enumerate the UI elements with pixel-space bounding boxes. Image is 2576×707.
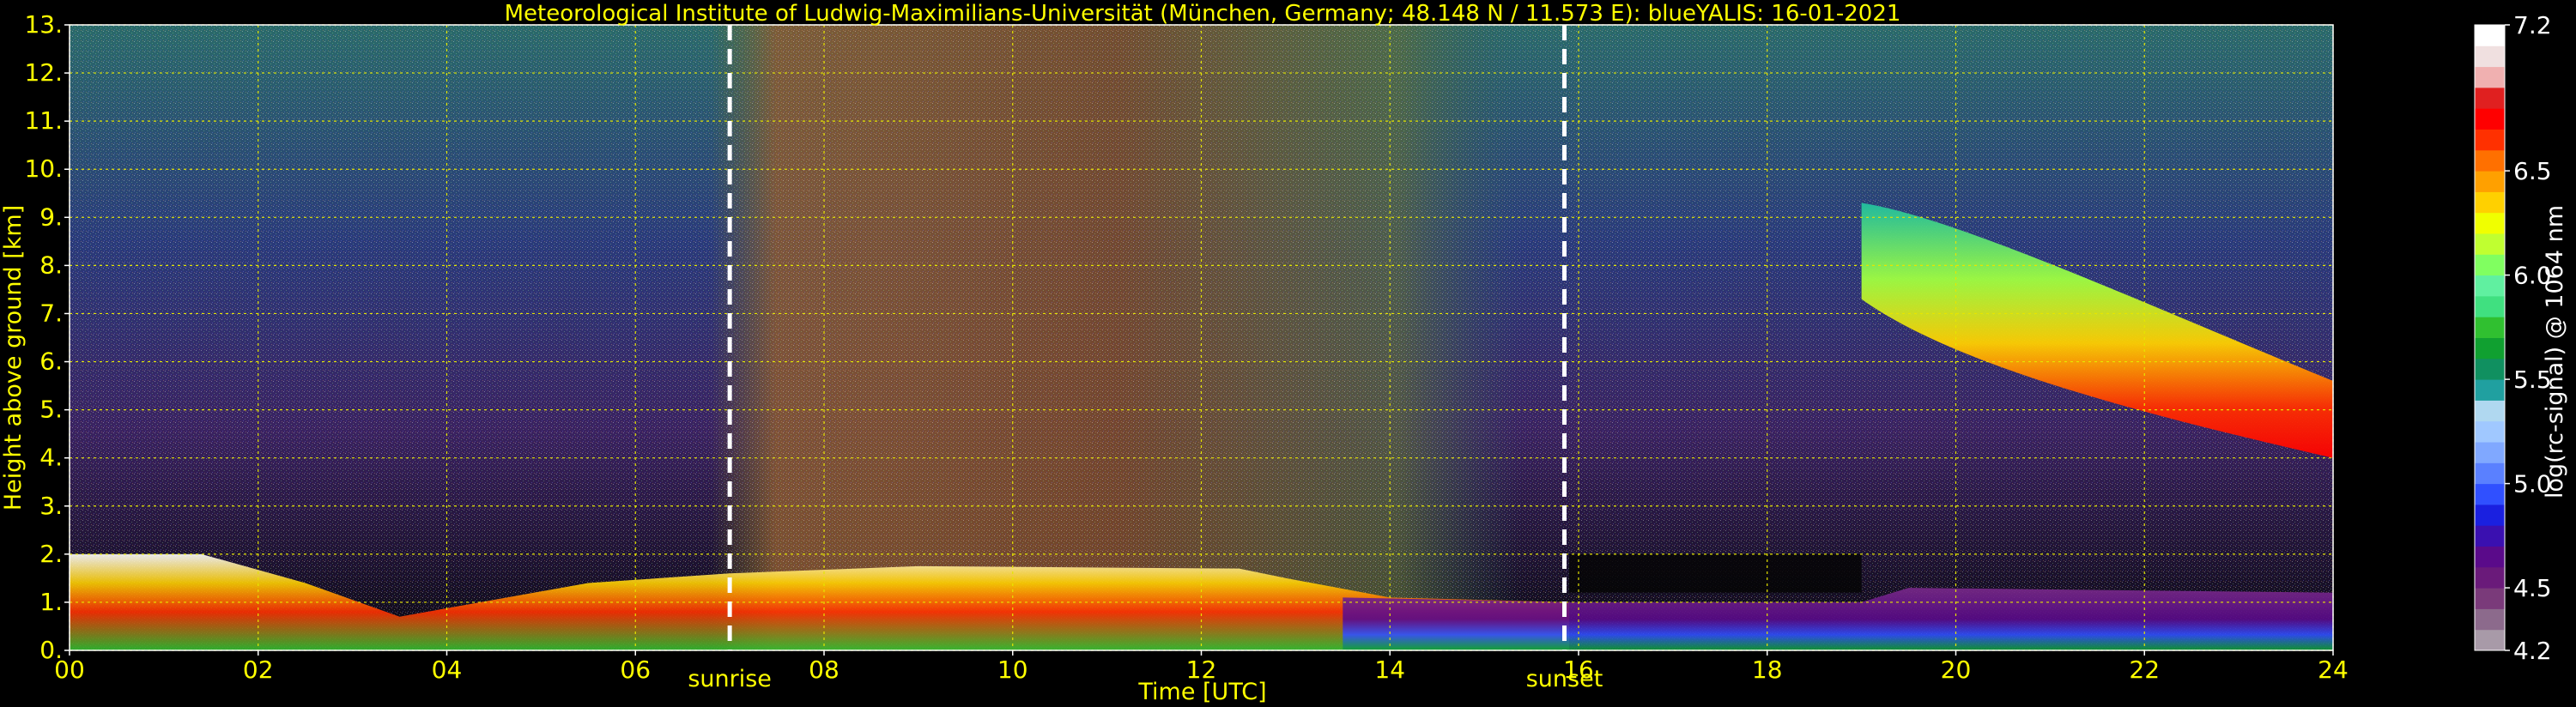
- x-tick-label: 04: [432, 656, 463, 684]
- colorbar-segment: [2475, 525, 2505, 547]
- y-tick-label: 0.: [39, 636, 63, 664]
- colorbar-segment: [2475, 588, 2505, 609]
- x-tick-label: 16: [1563, 656, 1594, 684]
- y-tick-label: 13.: [24, 10, 63, 39]
- x-tick-label: 08: [809, 656, 839, 684]
- x-tick-label: 02: [243, 656, 274, 684]
- colorbar-segment: [2475, 462, 2505, 485]
- colorbar-segment: [2475, 483, 2505, 505]
- colorbar-segment: [2475, 400, 2505, 422]
- y-tick-label: 9.: [39, 202, 63, 231]
- colorbar-segment: [2475, 149, 2505, 172]
- y-tick-label: 1.: [39, 588, 63, 616]
- x-tick-label: 06: [620, 656, 651, 684]
- y-tick-label: 4.: [39, 444, 63, 472]
- colorbar-segment: [2475, 233, 2505, 255]
- y-tick-label: 11.: [24, 106, 63, 135]
- colorbar-segment: [2475, 379, 2505, 401]
- colorbar-segment: [2475, 129, 2505, 151]
- x-tick-label: 24: [2318, 656, 2349, 684]
- clear-air-band: [1569, 553, 1862, 593]
- x-axis-label: Time [UTC]: [1137, 679, 1266, 705]
- x-tick-label: 10: [997, 656, 1028, 684]
- x-tick-label: 20: [1941, 656, 1972, 684]
- colorbar-segment: [2475, 254, 2505, 276]
- colorbar-tick-label: 6.5: [2513, 157, 2552, 185]
- y-axis-label: Height above ground [km]: [0, 205, 27, 511]
- colorbar-segment: [2475, 337, 2505, 360]
- colorbar-segment: [2475, 504, 2505, 526]
- y-tick-label: 12.: [24, 58, 63, 87]
- x-tick-label: 22: [2129, 656, 2160, 684]
- y-tick-label: 5.: [39, 396, 63, 424]
- colorbar-segment: [2475, 566, 2505, 589]
- colorbar-segment: [2475, 25, 2505, 46]
- colorbar-segment: [2475, 66, 2505, 88]
- colorbar-segment: [2475, 442, 2505, 463]
- y-tick-label: 7.: [39, 299, 63, 327]
- colorbar-segment: [2475, 171, 2505, 192]
- colorbar-tick-label: 4.5: [2513, 574, 2552, 602]
- colorbar-segment: [2475, 191, 2505, 214]
- colorbar-segment: [2475, 546, 2505, 568]
- colorbar-segment: [2475, 420, 2505, 443]
- lidar-figure: sunrise sunset 00 02 04 06 08 10 12 14 16 18 20 22 24…: [0, 1, 2568, 705]
- colorbar-segment: [2475, 275, 2505, 297]
- sunrise-label: sunrise: [688, 666, 772, 692]
- colorbar-segment: [2475, 87, 2505, 109]
- y-tick-label: 10.: [24, 154, 63, 183]
- colorbar-segment: [2475, 295, 2505, 317]
- y-tick-label: 3.: [39, 492, 63, 520]
- x-tick-label: 18: [1752, 656, 1783, 684]
- x-tick-label: 14: [1374, 656, 1405, 684]
- colorbar-segment: [2475, 608, 2505, 631]
- colorbar-segment: [2475, 629, 2505, 651]
- colorbar-label: log(rc-signal) @ 1064 nm: [2542, 205, 2568, 499]
- y-tick-label: 8.: [39, 251, 63, 279]
- colorbar-segment: [2475, 358, 2505, 380]
- colorbar-segment: [2475, 108, 2505, 130]
- colorbar-tick-label: 7.2: [2513, 11, 2552, 39]
- colorbar-segment: [2475, 317, 2505, 338]
- colorbar-tick-label: 4.2: [2513, 637, 2552, 665]
- chart-title: Meteorological Institute of Ludwig-Maxim…: [505, 1, 1901, 27]
- colorbar: 4.24.55.05.56.06.57.2: [2474, 11, 2552, 665]
- colorbar-segment: [2475, 212, 2505, 234]
- y-tick-label: 6.: [39, 347, 63, 376]
- colorbar-segment: [2475, 45, 2505, 68]
- y-tick-label: 2.: [39, 540, 63, 568]
